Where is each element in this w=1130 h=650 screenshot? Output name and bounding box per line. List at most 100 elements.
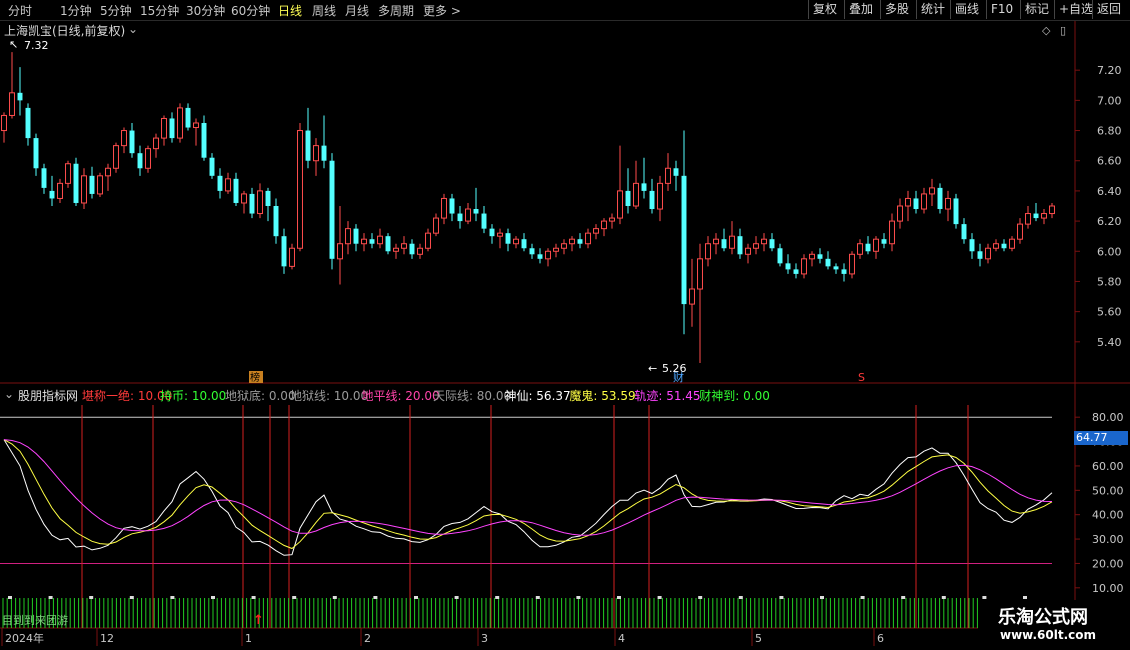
candle-body[interactable]	[857, 243, 863, 255]
candle-body[interactable]	[441, 197, 447, 219]
candle-body[interactable]	[617, 190, 623, 219]
candle-body[interactable]	[777, 248, 783, 264]
overlay-button[interactable]: 叠加	[844, 0, 877, 19]
candle-body[interactable]	[657, 182, 663, 210]
candle-body[interactable]	[761, 238, 767, 245]
candle-body[interactable]	[1001, 243, 1007, 249]
candle-body[interactable]	[649, 190, 655, 210]
candle-body[interactable]	[801, 258, 807, 275]
candle-body[interactable]	[697, 258, 703, 290]
draw-line-button[interactable]: 画线	[950, 0, 983, 19]
period-30min[interactable]: 30分钟	[186, 2, 225, 19]
period-15min[interactable]: 15分钟	[140, 2, 179, 19]
candle-body[interactable]	[793, 269, 799, 274]
mark-button[interactable]: 标记	[1020, 0, 1053, 19]
candle-body[interactable]	[729, 235, 735, 249]
candle-body[interactable]	[769, 239, 775, 249]
candle-body[interactable]	[425, 232, 431, 249]
candle-body[interactable]	[321, 145, 327, 161]
candle-body[interactable]	[313, 145, 319, 162]
candle-body[interactable]	[721, 239, 727, 249]
period-fenshi[interactable]: 分时	[8, 2, 32, 19]
candle-body[interactable]	[1017, 223, 1023, 240]
period-more[interactable]: 更多 >	[423, 2, 461, 19]
collapse-chevron-icon[interactable]: ⌄	[4, 387, 14, 401]
candle-body[interactable]	[217, 175, 223, 191]
candle-body[interactable]	[849, 253, 855, 275]
candle-body[interactable]	[1049, 205, 1055, 215]
candle-body[interactable]	[1025, 213, 1031, 225]
candle-body[interactable]	[233, 178, 239, 203]
candle-body[interactable]	[81, 175, 87, 204]
candle-body[interactable]	[65, 163, 71, 184]
candle-body[interactable]	[201, 123, 207, 158]
candle-body[interactable]	[369, 239, 375, 244]
candle-body[interactable]	[169, 118, 175, 139]
candle-body[interactable]	[625, 190, 631, 206]
stock-title[interactable]: 上海凯宝(日线,前复权)	[4, 22, 125, 39]
candle-body[interactable]	[985, 247, 991, 260]
period-monthly[interactable]: 月线	[345, 2, 369, 19]
candle-body[interactable]	[497, 232, 503, 237]
indicator-name[interactable]: 股朋指标网	[18, 387, 78, 404]
candle-body[interactable]	[513, 238, 519, 245]
candle-body[interactable]	[153, 137, 159, 150]
candle-body[interactable]	[209, 157, 215, 176]
candle-body[interactable]	[865, 243, 871, 252]
candle-body[interactable]	[129, 130, 135, 154]
candle-body[interactable]	[753, 243, 759, 249]
candle-body[interactable]	[569, 238, 575, 245]
candle-body[interactable]	[73, 163, 79, 203]
candle-body[interactable]	[705, 243, 711, 260]
candle-body[interactable]	[825, 258, 831, 267]
candle-body[interactable]	[529, 248, 535, 255]
candle-body[interactable]	[961, 224, 967, 240]
fuquan-button[interactable]: 复权	[808, 0, 841, 19]
period-5min[interactable]: 5分钟	[100, 2, 132, 19]
candle-body[interactable]	[913, 198, 919, 210]
candle-body[interactable]	[41, 168, 47, 188]
candle-body[interactable]	[457, 213, 463, 222]
multi-stock-button[interactable]: 多股	[880, 0, 913, 19]
candle-body[interactable]	[305, 130, 311, 161]
candle-body[interactable]	[897, 205, 903, 222]
period-60min[interactable]: 60分钟	[231, 2, 270, 19]
candle-body[interactable]	[737, 236, 743, 255]
candle-body[interactable]	[25, 107, 31, 139]
candle-body[interactable]	[97, 175, 103, 195]
candle-body[interactable]	[609, 217, 615, 222]
candle-body[interactable]	[257, 190, 263, 215]
candle-body[interactable]	[945, 197, 951, 210]
candle-body[interactable]	[393, 247, 399, 252]
candle-body[interactable]	[1, 114, 7, 132]
candle-body[interactable]	[249, 193, 255, 214]
candle-body[interactable]	[161, 117, 167, 139]
period-weekly[interactable]: 周线	[312, 2, 336, 19]
candle-body[interactable]	[665, 167, 671, 184]
tag-cai[interactable]: 财	[673, 370, 684, 384]
candle-body[interactable]	[489, 228, 495, 237]
candle-body[interactable]	[929, 187, 935, 195]
period-1min[interactable]: 1分钟	[60, 2, 92, 19]
candle-body[interactable]	[545, 250, 551, 260]
candle-body[interactable]	[481, 213, 487, 229]
candle-body[interactable]	[113, 145, 119, 169]
candle-body[interactable]	[889, 220, 895, 245]
candle-body[interactable]	[49, 190, 55, 199]
candle-body[interactable]	[505, 233, 511, 244]
candle-body[interactable]	[553, 247, 559, 252]
candle-body[interactable]	[1009, 238, 1015, 249]
candle-body[interactable]	[745, 247, 751, 255]
candle-body[interactable]	[409, 243, 415, 255]
candle-body[interactable]	[641, 183, 647, 191]
candle-body[interactable]	[833, 266, 839, 270]
period-multi[interactable]: 多周期	[378, 2, 414, 19]
candle-body[interactable]	[337, 243, 343, 260]
candle-body[interactable]	[809, 253, 815, 260]
candle-body[interactable]	[953, 198, 959, 225]
candle-body[interactable]	[281, 236, 287, 267]
candle-body[interactable]	[9, 92, 15, 116]
candle-body[interactable]	[577, 239, 583, 244]
candlestick-series[interactable]	[1, 52, 1055, 363]
candle-body[interactable]	[473, 209, 479, 214]
